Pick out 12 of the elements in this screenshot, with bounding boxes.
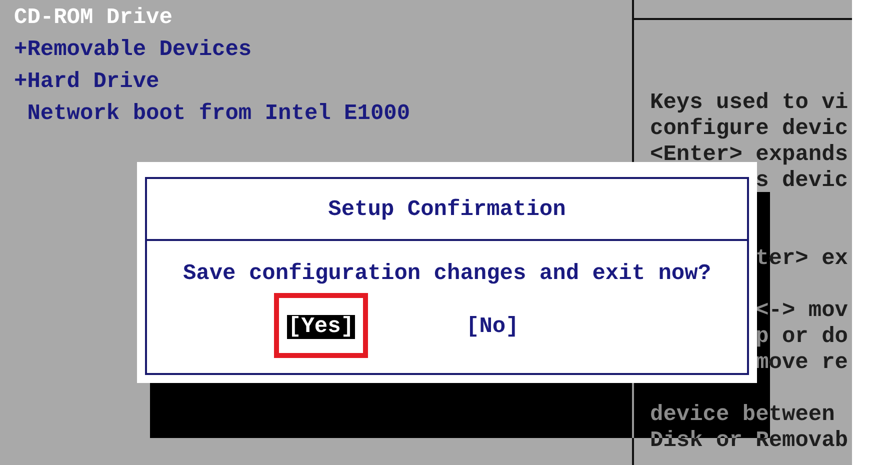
boot-device-item[interactable]: Network boot from Intel E1000 <box>14 102 632 134</box>
help-text: s devic <box>756 168 848 194</box>
dialog-option[interactable]: [Yes] <box>287 315 356 339</box>
help-text: p or do <box>756 324 848 350</box>
dialog-title: Setup Confirmation <box>147 179 747 241</box>
boot-device-item[interactable]: +Hard Drive <box>14 70 632 102</box>
dialog-message: Save configuration changes and exit now? <box>182 260 712 288</box>
help-text: Keys used to vi <box>650 90 848 116</box>
help-text: configure devic <box>650 116 848 142</box>
help-text: <Enter> expands <box>650 142 848 168</box>
boot-device-item[interactable]: +Removable Devices <box>14 38 632 70</box>
dialog-option[interactable]: [No] <box>465 315 520 339</box>
